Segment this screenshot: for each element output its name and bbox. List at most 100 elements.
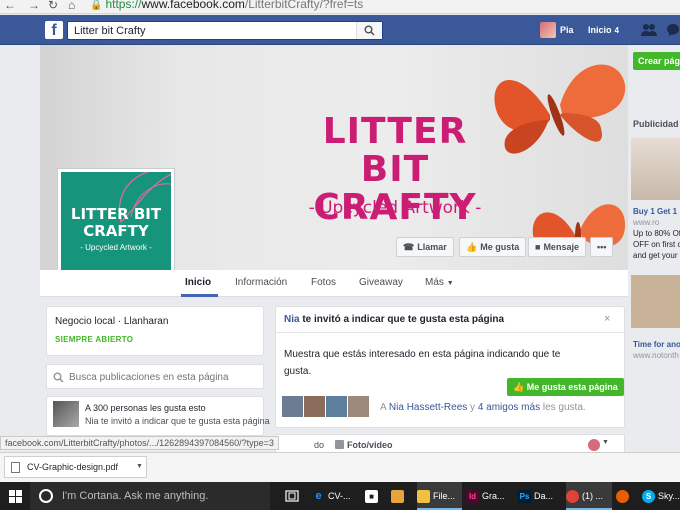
lock-icon: 🔒 — [90, 0, 103, 11]
cortana-icon — [39, 489, 53, 503]
photoshop-icon: Ps — [518, 490, 531, 504]
composer-partial-label[interactable]: do — [314, 440, 324, 450]
address-bar[interactable]: 🔒 https://www.facebook.com/LitterbitCraft… — [90, 0, 363, 11]
tab-mas-label: Más — [425, 277, 444, 288]
taskbar-skype[interactable]: S Sky... — [642, 482, 680, 510]
business-category[interactable]: Negocio local · Llanharan — [55, 316, 168, 327]
friend-thumbnail[interactable] — [348, 396, 369, 417]
tab-inicio[interactable]: Inicio — [185, 277, 211, 288]
tab-giveaway[interactable]: Giveaway — [359, 277, 403, 288]
taskbar-indesign[interactable]: Id Gra... — [466, 482, 514, 510]
home-link[interactable]: Inicio 4 — [588, 25, 619, 35]
likes-count[interactable]: A 300 personas les gusta esto — [85, 403, 206, 413]
download-item[interactable]: CV-Graphic-design.pdf ▼ — [4, 456, 147, 478]
friend-name-link[interactable]: Nia Hassett-Rees — [389, 402, 467, 413]
composer-avatar[interactable] — [588, 439, 600, 451]
invite-header: Nia te invitó a indicar que te gusta est… — [284, 314, 504, 325]
ad-text-line: and get your — [633, 251, 678, 260]
caret-down-icon[interactable]: ▼ — [602, 439, 609, 446]
caret-down-icon[interactable]: ▼ — [136, 457, 143, 477]
url-scheme: https:// — [105, 0, 142, 11]
cortana-search[interactable]: I'm Cortana. Ask me anything. — [30, 482, 270, 510]
more-options-button[interactable]: ••• — [590, 237, 614, 257]
call-button[interactable]: ☎ Llamar — [396, 237, 454, 257]
browser-toolbar: ← → ↻ ⌂ 🔒 https://www.facebook.com/Litter… — [0, 0, 680, 14]
active-tab-indicator — [181, 294, 218, 297]
like-page-button[interactable]: 👍 Me gusta — [459, 237, 527, 257]
search-icon — [364, 25, 375, 36]
search-button[interactable] — [356, 22, 382, 39]
opening-hours: SIEMPRE ABIERTO — [55, 335, 134, 344]
page-tabs: Inicio Información Fotos Giveaway Más ▼ — [40, 270, 628, 297]
windows-start-icon[interactable] — [9, 490, 22, 503]
taskbar-label: Da... — [534, 491, 554, 501]
friend-avatar[interactable] — [53, 401, 79, 427]
download-shelf: CV-Graphic-design.pdf ▼ — [0, 452, 680, 482]
ad-domain[interactable]: www.notonth — [633, 351, 679, 360]
ad-image[interactable] — [631, 275, 680, 328]
ad-title[interactable]: Time for ano — [633, 340, 680, 349]
search-input[interactable] — [68, 22, 353, 39]
tab-informacion[interactable]: Información — [235, 277, 287, 288]
friend-thumbnail[interactable] — [282, 396, 303, 417]
profile-picture[interactable]: LITTER BIT CRAFTY - Upcycled Artwork - — [57, 168, 175, 286]
post-composer: do Foto/video ▼ — [275, 434, 625, 454]
photo-icon — [335, 440, 344, 449]
like-label: Me gusta — [480, 242, 520, 252]
tab-mas[interactable]: Más ▼ — [425, 277, 454, 288]
taskbar-chrome[interactable]: (1) ... — [566, 482, 612, 510]
profile-link[interactable]: Pia — [560, 25, 574, 35]
call-label: Llamar — [417, 242, 447, 252]
taskbar-store[interactable]: ■ — [365, 482, 387, 510]
messages-icon[interactable] — [666, 23, 680, 37]
indesign-icon: Id — [466, 490, 479, 504]
caret-down-icon: ▼ — [446, 280, 454, 287]
ad-domain[interactable]: www.ro — [633, 218, 659, 227]
profile-title-line1: LITTER BIT — [70, 205, 162, 223]
likes-invite-note: Nia te invitó a indicar que te gusta est… — [85, 416, 270, 426]
ads-label: Publicidad — [633, 119, 679, 129]
user-avatar[interactable] — [540, 22, 556, 38]
download-filename: CV-Graphic-design.pdf — [27, 462, 119, 472]
profile-title-line2: CRAFTY — [83, 222, 149, 240]
ad-text-line: OFF on first c — [633, 240, 680, 249]
likes-card: A 300 personas les gusta esto Nia te inv… — [46, 396, 270, 436]
home-icon[interactable]: ⌂ — [68, 0, 75, 12]
friend-thumbnail[interactable] — [326, 396, 347, 417]
taskbar-explorer[interactable]: File... — [417, 482, 462, 510]
thumbs-up-icon: 👍 — [466, 242, 478, 252]
ad-image[interactable] — [631, 138, 680, 200]
more-friends-link[interactable]: 4 amigos más — [478, 402, 540, 413]
inviter-name[interactable]: Nia — [284, 314, 300, 325]
task-view-icon[interactable] — [285, 490, 299, 502]
taskbar-apps[interactable] — [391, 482, 413, 510]
taskbar-label: File... — [433, 491, 456, 501]
back-icon[interactable]: ← — [4, 0, 16, 12]
close-icon[interactable]: × — [604, 313, 610, 325]
facebook-search — [67, 21, 383, 40]
tab-fotos[interactable]: Fotos — [311, 277, 336, 288]
message-icon: ■ — [535, 242, 541, 252]
thumbs-up-icon: 👍 — [513, 382, 525, 392]
friend-thumbnail[interactable] — [304, 396, 325, 417]
like-this-page-button[interactable]: 👍 Me gusta esta página — [507, 378, 624, 396]
taskbar-photoshop[interactable]: Ps Da... — [518, 482, 562, 510]
taskbar-edge[interactable]: e CV-... — [312, 482, 362, 510]
about-card: Negocio local · Llanharan SIEMPRE ABIERT… — [46, 306, 264, 356]
invite-body: Muestra que estás interesado en esta pág… — [284, 349, 561, 377]
search-posts-input[interactable] — [69, 369, 259, 385]
profile-subtitle: - Upcycled Artwork - — [80, 243, 152, 252]
ad-title[interactable]: Buy 1 Get 1 — [633, 207, 677, 216]
facebook-logo[interactable]: f — [45, 21, 63, 39]
home-label: Inicio — [588, 25, 612, 35]
create-page-button[interactable]: Crear pág — [633, 52, 680, 70]
forward-icon[interactable]: → — [28, 0, 40, 12]
photo-video-button[interactable]: Foto/video — [347, 440, 393, 450]
message-button[interactable]: ■ Mensaje — [528, 237, 586, 257]
chrome-icon — [566, 490, 579, 504]
taskbar-firefox[interactable] — [616, 482, 636, 510]
friends-like-text: A Nia Hassett-Rees y 4 amigos más les gu… — [380, 402, 586, 413]
reload-icon[interactable]: ↻ — [48, 0, 58, 12]
friend-requests-icon[interactable] — [641, 23, 657, 37]
home-count-badge: 4 — [614, 26, 619, 35]
